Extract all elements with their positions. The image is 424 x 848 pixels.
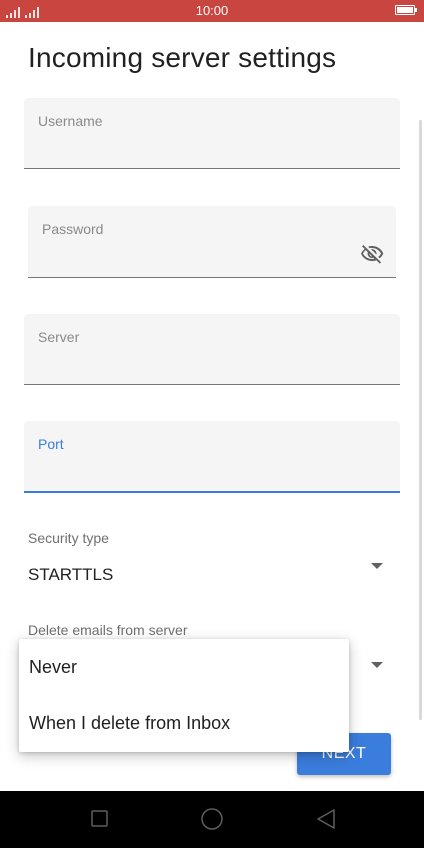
port-field[interactable]: Port bbox=[24, 421, 400, 493]
delete-emails-label: Delete emails from server bbox=[28, 622, 188, 638]
dropdown-option-never[interactable]: Never bbox=[19, 639, 349, 695]
username-label: Username bbox=[38, 113, 103, 129]
recent-apps-icon[interactable] bbox=[90, 808, 110, 828]
status-time: 10:00 bbox=[195, 3, 229, 18]
password-label: Password bbox=[42, 221, 104, 237]
password-field[interactable]: Password bbox=[28, 206, 396, 278]
security-type-label: Security type bbox=[28, 530, 109, 546]
dropdown-option-when-deleted-from-inbox[interactable]: When I delete from Inbox bbox=[19, 695, 349, 751]
home-icon[interactable] bbox=[200, 807, 224, 831]
port-label: Port bbox=[38, 436, 64, 452]
back-icon[interactable] bbox=[314, 807, 338, 831]
delete-emails-dropdown: Never When I delete from Inbox bbox=[19, 639, 349, 752]
dropdown-arrow-icon[interactable] bbox=[371, 662, 383, 668]
username-field[interactable]: Username bbox=[24, 98, 400, 169]
eye-off-icon[interactable] bbox=[358, 242, 386, 266]
server-field[interactable]: Server bbox=[24, 314, 400, 385]
scrollbar[interactable] bbox=[419, 120, 422, 720]
battery-icon bbox=[395, 5, 417, 15]
dropdown-arrow-icon[interactable] bbox=[371, 563, 383, 569]
server-label: Server bbox=[38, 329, 80, 345]
page-title: Incoming server settings bbox=[28, 42, 337, 73]
security-type-value[interactable]: STARTTLS bbox=[28, 565, 113, 585]
navigation-bar bbox=[0, 791, 424, 848]
status-bar: 10:00 bbox=[0, 0, 424, 22]
